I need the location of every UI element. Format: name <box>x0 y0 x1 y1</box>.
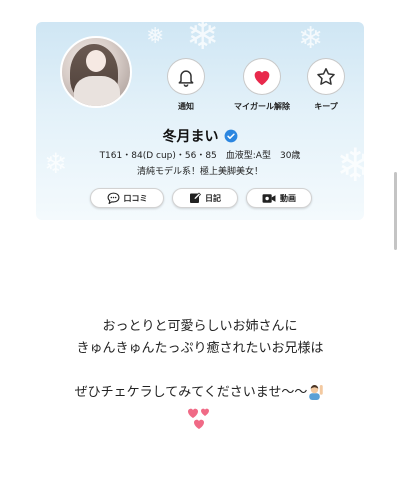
keep-button[interactable]: キープ <box>302 58 350 112</box>
reviews-button[interactable]: 口コミ <box>90 188 164 208</box>
keep-label: キープ <box>314 102 338 111</box>
revolving-hearts-emoji-icon <box>187 408 209 429</box>
snowflake-decoration: ❅ <box>146 24 165 49</box>
name-row: 冬月まい <box>36 126 364 146</box>
message-text: おっとりと可愛らしいお姉さんに きゅんきゅんたっぷり癒されたいお兄様は ぜひチェ… <box>0 316 400 430</box>
profile-name: 冬月まい <box>162 129 219 145</box>
video-label: 動画 <box>280 193 296 203</box>
remove-my-girl-label: マイガール解除 <box>234 102 290 111</box>
profile-stats: T161・84(D cup)・56・85 血液型:A型 30歳 <box>99 151 301 161</box>
notify-label: 通知 <box>178 102 194 111</box>
verified-badge-icon <box>224 129 237 143</box>
remove-my-girl-button[interactable]: マイガール解除 <box>232 58 292 112</box>
profile-card: ❄ ❄ ❄ ❄ ❅ 通知 マイガール解除 キープ 冬月まい T161・84(D … <box>36 22 364 220</box>
message-line: きゅんきゅんたっぷり癒されたいお兄様は <box>76 341 324 356</box>
diary-label: 日記 <box>205 193 221 203</box>
heart-icon <box>254 70 270 85</box>
snowflake-decoration: ❄ <box>186 22 220 59</box>
bell-icon <box>178 69 194 87</box>
reviews-label: 口コミ <box>123 193 148 203</box>
diary-button[interactable]: 日記 <box>172 188 238 208</box>
notify-button[interactable]: 通知 <box>162 58 210 112</box>
avatar[interactable] <box>60 36 132 108</box>
snowflake-decoration: ❄ <box>298 22 324 56</box>
video-camera-icon <box>262 193 276 203</box>
profile-catchphrase: 清純モデル系！極上美脚美女！ <box>136 167 263 177</box>
scrollbar[interactable] <box>394 172 397 250</box>
star-icon <box>317 67 335 85</box>
edit-icon <box>190 192 201 203</box>
video-button[interactable]: 動画 <box>246 188 312 208</box>
message-line: ぜひチェケラしてみてくださいませ〜〜 <box>0 382 400 404</box>
speech-bubble-icon <box>107 192 119 204</box>
man-raising-hand-emoji-icon <box>309 385 324 400</box>
message-line: おっとりと可愛らしいお姉さんに <box>102 319 298 334</box>
